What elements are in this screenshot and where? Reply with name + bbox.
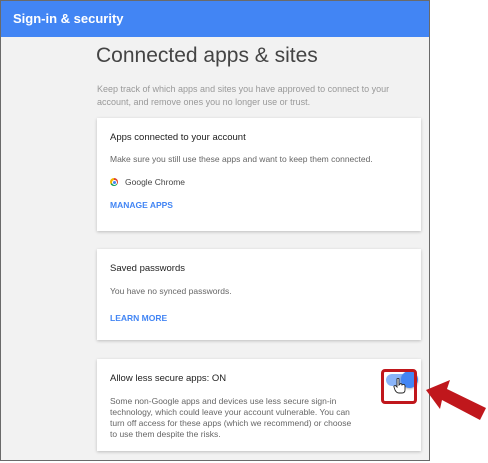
page-intro: Keep track of which apps and sites you h… [97, 84, 390, 107]
red-arrow-icon [426, 380, 486, 420]
browser-frame: Sign-in & security Connected apps & site… [0, 0, 430, 461]
app-row-chrome[interactable]: Google Chrome [110, 177, 408, 187]
card-title: Apps connected to your account [110, 132, 246, 143]
card-description: Make sure you still use these apps and w… [110, 154, 373, 164]
learn-more-link[interactable]: LEARN MORE [110, 313, 408, 323]
card-connected-apps: Apps connected to your account Make sure… [97, 118, 421, 231]
card-description: You have no synced passwords. [110, 286, 232, 296]
top-bar: Sign-in & security [1, 1, 429, 37]
hand-cursor-icon [393, 378, 406, 394]
top-bar-title: Sign-in & security [13, 11, 124, 26]
card-less-secure-apps: Allow less secure apps: ON Some non-Goog… [97, 359, 421, 451]
app-name: Google Chrome [125, 177, 186, 187]
manage-apps-link[interactable]: MANAGE APPS [110, 200, 408, 210]
card-title: Saved passwords [110, 263, 185, 274]
card-saved-passwords: Saved passwords You have no synced passw… [97, 249, 421, 340]
card-description: Some non-Google apps and devices use les… [110, 396, 352, 439]
page-title: Connected apps & sites [96, 44, 318, 67]
chrome-icon [110, 178, 118, 186]
card-title: Allow less secure apps: ON [110, 373, 227, 384]
